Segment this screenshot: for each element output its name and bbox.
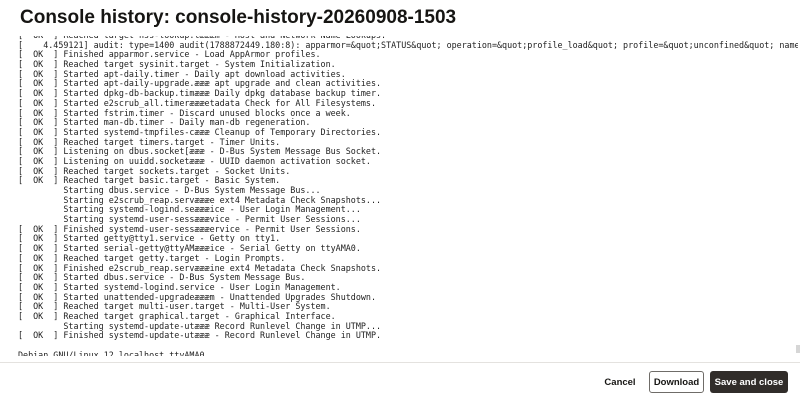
console-output: [ OK ] Reached target nss-lookup.tæææm -… xyxy=(18,36,798,356)
vertical-scrollbar[interactable] xyxy=(796,345,800,353)
cancel-button[interactable]: Cancel xyxy=(596,371,644,393)
console-output-panel[interactable]: [ OK ] Reached target nss-lookup.tæææm -… xyxy=(0,36,800,362)
download-button[interactable]: Download xyxy=(649,371,704,393)
console-line: Debian GNU/Linux 12 localhost ttyAMA0 xyxy=(18,349,205,356)
console-line: [ OK ] Finished systemd-update-utæææ - R… xyxy=(18,330,382,341)
dialog-footer: Cancel Download Save and close xyxy=(0,363,800,404)
console-history-dialog: Console history: console-history-2026090… xyxy=(0,0,800,404)
dialog-title: Console history: console-history-2026090… xyxy=(20,7,457,28)
save-and-close-button[interactable]: Save and close xyxy=(710,371,788,393)
